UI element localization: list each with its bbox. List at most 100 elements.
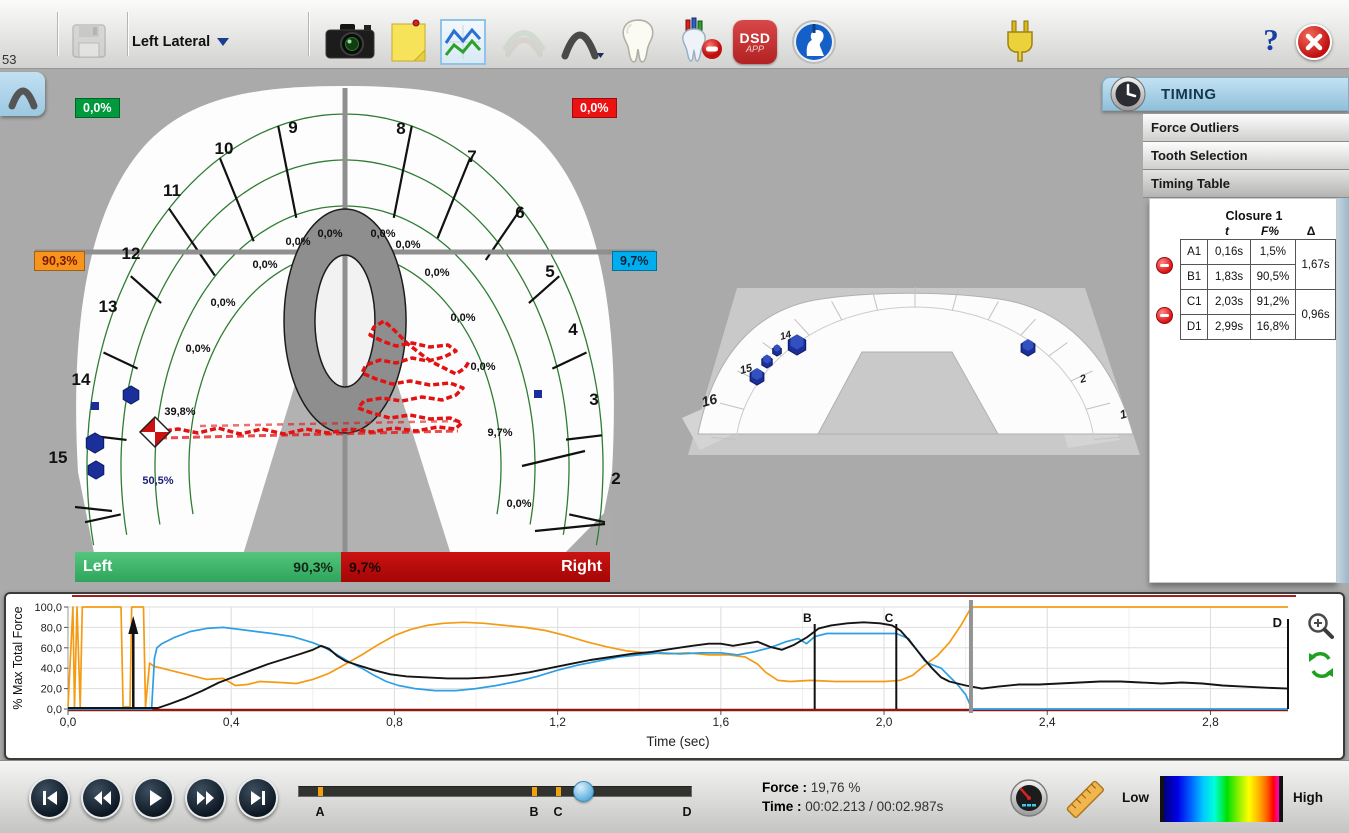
y-axis-label: % Max Total Force <box>11 606 25 709</box>
force-time-readout: Force : 19,76 % Time : 00:02.213 / 00:02… <box>762 778 943 816</box>
percent-label: 0,0% <box>210 297 235 309</box>
percent-label: 0,0% <box>506 498 531 510</box>
slider-label-C: C <box>553 805 563 819</box>
exam-number: 53 <box>2 52 17 67</box>
close-button[interactable] <box>1296 24 1332 60</box>
tooth-number: 2 <box>611 469 620 488</box>
percent-label: 0,0% <box>395 239 420 251</box>
row-time: 0,16s <box>1207 239 1251 265</box>
view-selector-dropdown[interactable]: Left Lateral <box>132 22 230 62</box>
marker-arrowhead-A <box>128 616 139 634</box>
arch-icon <box>561 31 604 60</box>
skip-start-button[interactable] <box>29 777 70 819</box>
connect-device-button[interactable] <box>1000 18 1040 66</box>
contact-point <box>85 432 105 454</box>
tooth-number: 15 <box>49 448 68 467</box>
series-left-force <box>67 606 1288 708</box>
y-tick-label: 20,0 <box>41 684 62 696</box>
ruler-button[interactable] <box>1062 774 1108 824</box>
force-time-chart[interactable]: 0,020,040,060,080,0100,00,0 0,4 0,8 1,2 1,6 2… <box>6 594 1343 758</box>
tooth-number: 11 <box>163 181 181 200</box>
section-tooth-selection[interactable]: Tooth Selection <box>1143 142 1349 170</box>
timing-table: A1 0,16s 1,5% 1,67s B1 1,83s 90,5% C1 2,… <box>1179 239 1336 340</box>
percent-label: 0,0% <box>370 228 395 240</box>
tooth-number: 4 <box>568 320 578 339</box>
col-header-delta: Δ <box>1306 224 1316 238</box>
row-force: 91,2% <box>1249 289 1297 315</box>
notes-button[interactable] <box>388 18 430 64</box>
magnifier-plus-icon <box>1308 613 1334 639</box>
right-bar-label: Right <box>561 558 602 575</box>
x-tick-label: 0,4 <box>223 715 240 729</box>
row-label: D1 <box>1179 314 1209 340</box>
low-label: Low <box>1122 790 1149 805</box>
badge-right-arch-total: 0,0% <box>572 98 617 118</box>
app-window: 53 Left Lateral DSD APP ? 9 10 11 12 13 … <box>0 0 1349 833</box>
section-timing-table[interactable]: Timing Table <box>1143 170 1349 198</box>
zoom-graph-button[interactable] <box>1305 610 1337 642</box>
arch-2d-view: 910111213141587654320,0% 0,0%0,0% 0,0%0,0%… <box>35 86 655 558</box>
clock-icon <box>1110 76 1146 112</box>
force-time-graph-panel: 0,0 20,0 40,0 60,0 80,0 100,0 0,0 0,4 0,8 1,2 1,6 2… <box>4 592 1345 760</box>
tooth-view-button[interactable] <box>616 16 660 66</box>
left-bar-label: Left <box>83 558 113 575</box>
percent-label: 50,5% <box>142 475 173 487</box>
contact-point <box>122 385 140 405</box>
slider-tick-C <box>556 787 561 796</box>
remove-ab-markers-button[interactable] <box>1156 257 1173 274</box>
splint-view-button[interactable] <box>498 24 550 60</box>
timeline-slider-track[interactable] <box>298 786 692 797</box>
arch-3d-view: 16151421 <box>682 287 1140 455</box>
play-button[interactable] <box>133 777 174 819</box>
dsd-app-label: APP <box>745 44 764 54</box>
timing-panel-header[interactable]: TIMING <box>1102 76 1349 112</box>
toolbar-separator <box>57 12 59 56</box>
save-button[interactable] <box>66 20 112 62</box>
rewind-button[interactable] <box>81 777 122 819</box>
section-force-outliers[interactable]: Force Outliers <box>1143 114 1349 142</box>
help-button[interactable]: ? <box>1254 20 1288 60</box>
save-icon <box>72 24 106 58</box>
fast-forward-button[interactable] <box>185 777 226 819</box>
slider-label-A: A <box>315 805 325 819</box>
section-label: Force Outliers <box>1151 120 1240 135</box>
slider-tick-A <box>318 787 323 796</box>
col-header-t: t <box>1225 224 1229 238</box>
skip-end-button[interactable] <box>237 777 278 819</box>
x-tick-label: 1,6 <box>712 715 729 729</box>
timing-panel-title: TIMING <box>1161 85 1217 103</box>
row-force: 90,5% <box>1249 264 1297 290</box>
remove-tooth-button[interactable] <box>676 16 726 66</box>
col-header-f: F% <box>1261 224 1279 238</box>
plug-icon <box>1007 20 1033 62</box>
graph-view-button[interactable] <box>440 19 486 65</box>
y-tick-label: 40,0 <box>41 663 62 675</box>
percent-label: 0,0% <box>424 267 449 279</box>
marker-label-B: B <box>803 611 812 625</box>
x-tick-label: 2,4 <box>1039 715 1056 729</box>
patient-head-button[interactable] <box>790 18 838 66</box>
tooth-number: 12 <box>122 244 141 263</box>
reset-graph-button[interactable] <box>1304 648 1338 682</box>
contact-point <box>534 390 542 398</box>
x-axis-label: Time (sec) <box>646 734 709 749</box>
tooth-number: 14 <box>72 370 91 389</box>
tooth-number: 9 <box>288 118 297 137</box>
arch-view-button[interactable] <box>556 20 606 62</box>
remove-cd-markers-button[interactable] <box>1156 307 1173 324</box>
camera-icon <box>325 24 375 59</box>
table-row: C1 2,03s 91,2% 0,96s <box>1179 289 1336 340</box>
snapshot-button[interactable] <box>322 18 378 64</box>
x-tick-label: 0,0 <box>60 715 77 729</box>
gauge-button[interactable] <box>1008 777 1050 819</box>
tooth-number: 3 <box>589 390 598 409</box>
timing-panel-edge <box>1337 198 1349 583</box>
timeline-slider-thumb[interactable] <box>573 781 594 802</box>
x-tick-label: 1,2 <box>549 715 566 729</box>
tooth-number: 8 <box>396 119 405 138</box>
time-label: Time : <box>762 799 802 814</box>
delta-value: 1,67s <box>1295 239 1336 290</box>
percent-label: 0,0% <box>450 312 475 324</box>
dsd-app-button[interactable]: DSD APP <box>733 20 777 64</box>
percent-label: 0,0% <box>470 361 495 373</box>
